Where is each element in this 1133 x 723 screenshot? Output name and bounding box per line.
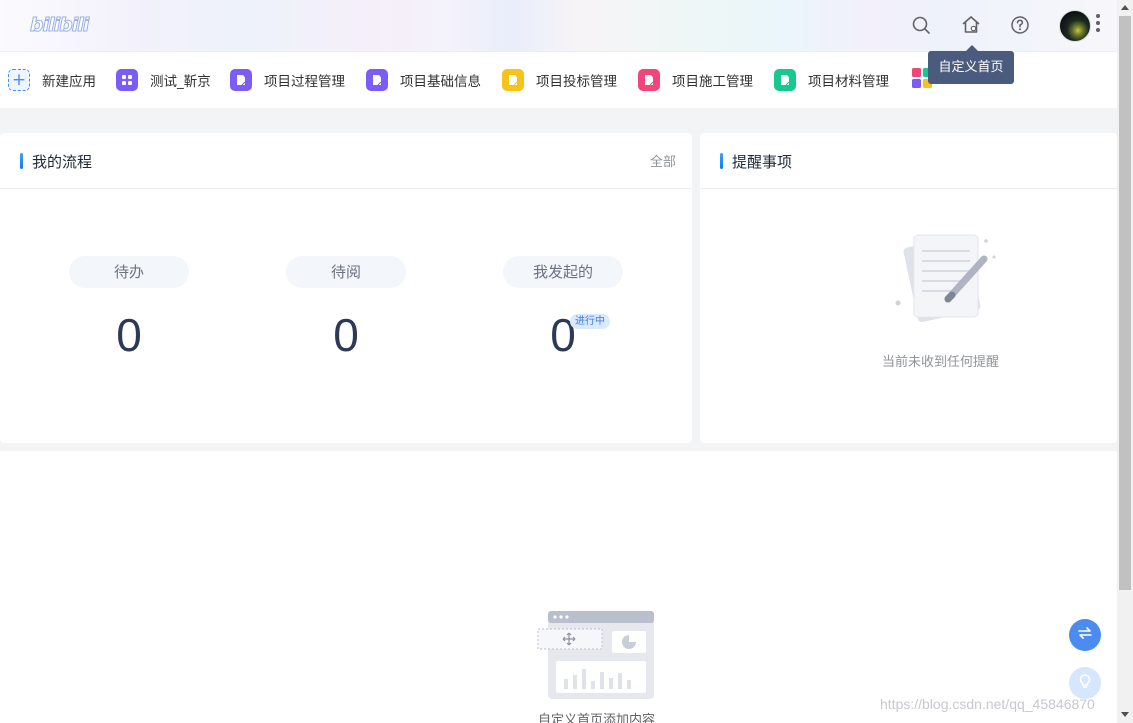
empty-text: 自定义首页添加内容 (538, 713, 656, 723)
plus-icon: + (8, 69, 30, 91)
stat-value: 0 (333, 309, 359, 361)
stat-value: 0 (116, 309, 142, 361)
my-flow-card: 我的流程 全部 待办 0 待阅 0 我发起的 0 (0, 133, 692, 443)
swap-icon (1077, 625, 1093, 645)
document-icon (502, 69, 524, 91)
document-icon (774, 69, 796, 91)
top-bar: bilibili (0, 0, 1117, 52)
card-title: 我的流程 (32, 153, 93, 171)
lightbulb-icon (1077, 673, 1093, 693)
stat-label: 我发起的 (503, 256, 623, 288)
switch-button[interactable] (1069, 619, 1101, 651)
grid-icon (116, 69, 138, 91)
to-read-stat[interactable]: 待阅 0 (286, 256, 406, 362)
app-item[interactable]: 项目材料管理 (774, 68, 889, 92)
scroll-down-icon[interactable] (1121, 712, 1129, 717)
custom-content-area: 自定义首页添加内容 (0, 451, 1117, 723)
watermark: https://blog.csdn.net/qq_45846870 (880, 696, 1095, 712)
document-icon (366, 69, 388, 91)
card-header: 提醒事项 (700, 133, 1117, 189)
stat-label: 待阅 (286, 256, 406, 288)
app-label: 新建应用 (42, 74, 96, 90)
tooltip: 自定义首页 (928, 45, 1014, 84)
tips-button[interactable] (1069, 667, 1101, 699)
new-app-button[interactable]: + 新建应用 (8, 68, 96, 92)
app-item[interactable]: 项目过程管理 (230, 68, 345, 92)
app-label: 项目材料管理 (808, 74, 889, 90)
todo-stat[interactable]: 待办 0 (69, 256, 189, 362)
scroll-up-icon[interactable] (1121, 5, 1129, 10)
reminders-card: 提醒事项 当前未收到任何提醒 (700, 133, 1117, 443)
app-label: 项目投标管理 (536, 74, 617, 90)
stat-label: 待办 (69, 256, 189, 288)
app-label: 项目过程管理 (264, 74, 345, 90)
more-icon[interactable] (1095, 14, 1101, 38)
card-header: 我的流程 全部 (0, 133, 692, 189)
in-progress-badge: 进行中 (570, 314, 610, 329)
empty-dashboard-illustration (536, 609, 658, 705)
card-title: 提醒事项 (732, 153, 793, 171)
empty-text: 当前未收到任何提醒 (882, 355, 1000, 370)
document-icon (638, 69, 660, 91)
logo[interactable]: bilibili (29, 14, 89, 37)
title-accent (20, 153, 23, 169)
app-label: 测试_靳京 (150, 74, 211, 90)
scroll-thumb[interactable] (1119, 16, 1131, 590)
home-settings-icon[interactable] (960, 14, 982, 36)
scrollbar[interactable] (1117, 0, 1133, 723)
all-link[interactable]: 全部 (650, 151, 676, 170)
app-item[interactable]: 项目投标管理 (502, 68, 617, 92)
initiated-stat[interactable]: 我发起的 0 (503, 256, 623, 362)
app-item[interactable]: 测试_靳京 (116, 68, 211, 92)
empty-notes-illustration (890, 229, 1002, 329)
app-item[interactable]: 项目基础信息 (366, 68, 481, 92)
avatar[interactable] (1059, 10, 1091, 42)
app-label: 项目施工管理 (672, 74, 753, 90)
app-item[interactable]: 项目施工管理 (638, 68, 753, 92)
document-icon (230, 69, 252, 91)
app-label: 项目基础信息 (400, 74, 481, 90)
help-icon[interactable] (1009, 14, 1031, 36)
title-accent (720, 153, 723, 169)
search-icon[interactable] (910, 14, 932, 36)
